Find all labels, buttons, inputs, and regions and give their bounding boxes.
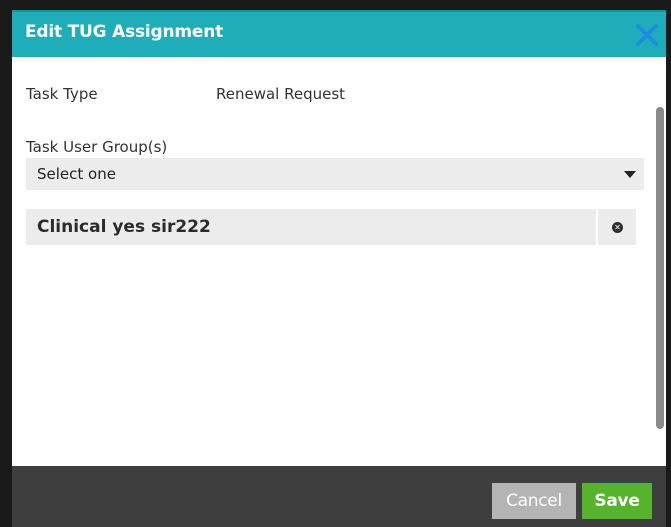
close-icon <box>636 24 658 46</box>
task-user-groups-label: Task User Group(s) <box>26 138 168 156</box>
remove-group-button[interactable]: ✕ <box>598 209 636 245</box>
selected-group-label: Clinical yes sir222 <box>37 217 211 237</box>
dialog-header: Edit TUG Assignment <box>12 10 666 57</box>
save-button[interactable]: Save <box>582 483 652 519</box>
selected-group-chip: Clinical yes sir222 <box>26 209 596 245</box>
close-button[interactable] <box>632 20 662 50</box>
dialog-title: Edit TUG Assignment <box>25 22 224 42</box>
dialog-body: Task Type Renewal Request Task User Grou… <box>12 57 666 466</box>
scrollbar[interactable] <box>656 107 664 429</box>
remove-circle-icon: ✕ <box>612 222 623 233</box>
cancel-button[interactable]: Cancel <box>492 483 576 519</box>
task-type-label: Task Type <box>26 85 98 103</box>
edit-tug-dialog: Edit TUG Assignment Task Type Renewal Re… <box>12 10 666 527</box>
select-value: Select one <box>37 165 116 183</box>
dialog-footer: Cancel Save <box>12 466 666 527</box>
task-user-group-select[interactable]: Select one <box>26 158 644 190</box>
task-type-value: Renewal Request <box>216 85 346 103</box>
chevron-down-icon <box>624 171 636 178</box>
